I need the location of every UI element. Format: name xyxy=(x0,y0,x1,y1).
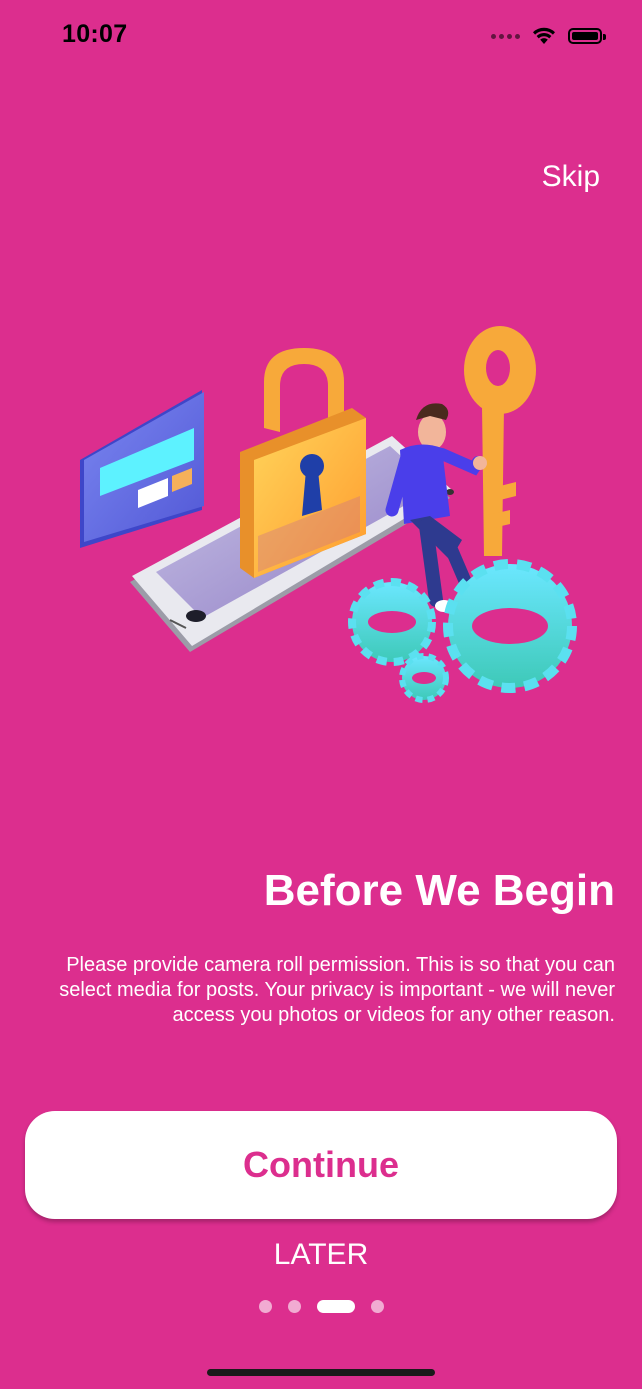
page-title: Before We Begin xyxy=(263,866,615,915)
card-graphic xyxy=(80,390,204,548)
page-dot-active xyxy=(316,1300,355,1313)
continue-button-label: Continue xyxy=(243,1144,399,1185)
continue-button[interactable]: Continue xyxy=(25,1111,617,1219)
wifi-icon xyxy=(533,27,555,44)
page-dot xyxy=(258,1300,272,1313)
key-graphic xyxy=(464,326,536,556)
onboarding-screen: 10:07 Skip Before We Begin Please provid… xyxy=(0,0,642,1389)
status-time: 10:07 xyxy=(62,20,128,48)
gears-graphic xyxy=(348,559,577,703)
skip-button[interactable]: Skip xyxy=(542,160,600,194)
security-illustration xyxy=(80,326,577,703)
permission-description: Please provide camera roll permission. T… xyxy=(59,954,615,1026)
battery-icon xyxy=(568,28,606,44)
page-dot xyxy=(287,1300,301,1313)
status-icons xyxy=(491,24,606,48)
home-indicator xyxy=(207,1369,435,1376)
page-indicator xyxy=(0,1300,642,1313)
later-button[interactable]: LATER xyxy=(0,1238,642,1272)
signal-dots-icon xyxy=(491,33,520,39)
page-dot xyxy=(370,1300,384,1313)
